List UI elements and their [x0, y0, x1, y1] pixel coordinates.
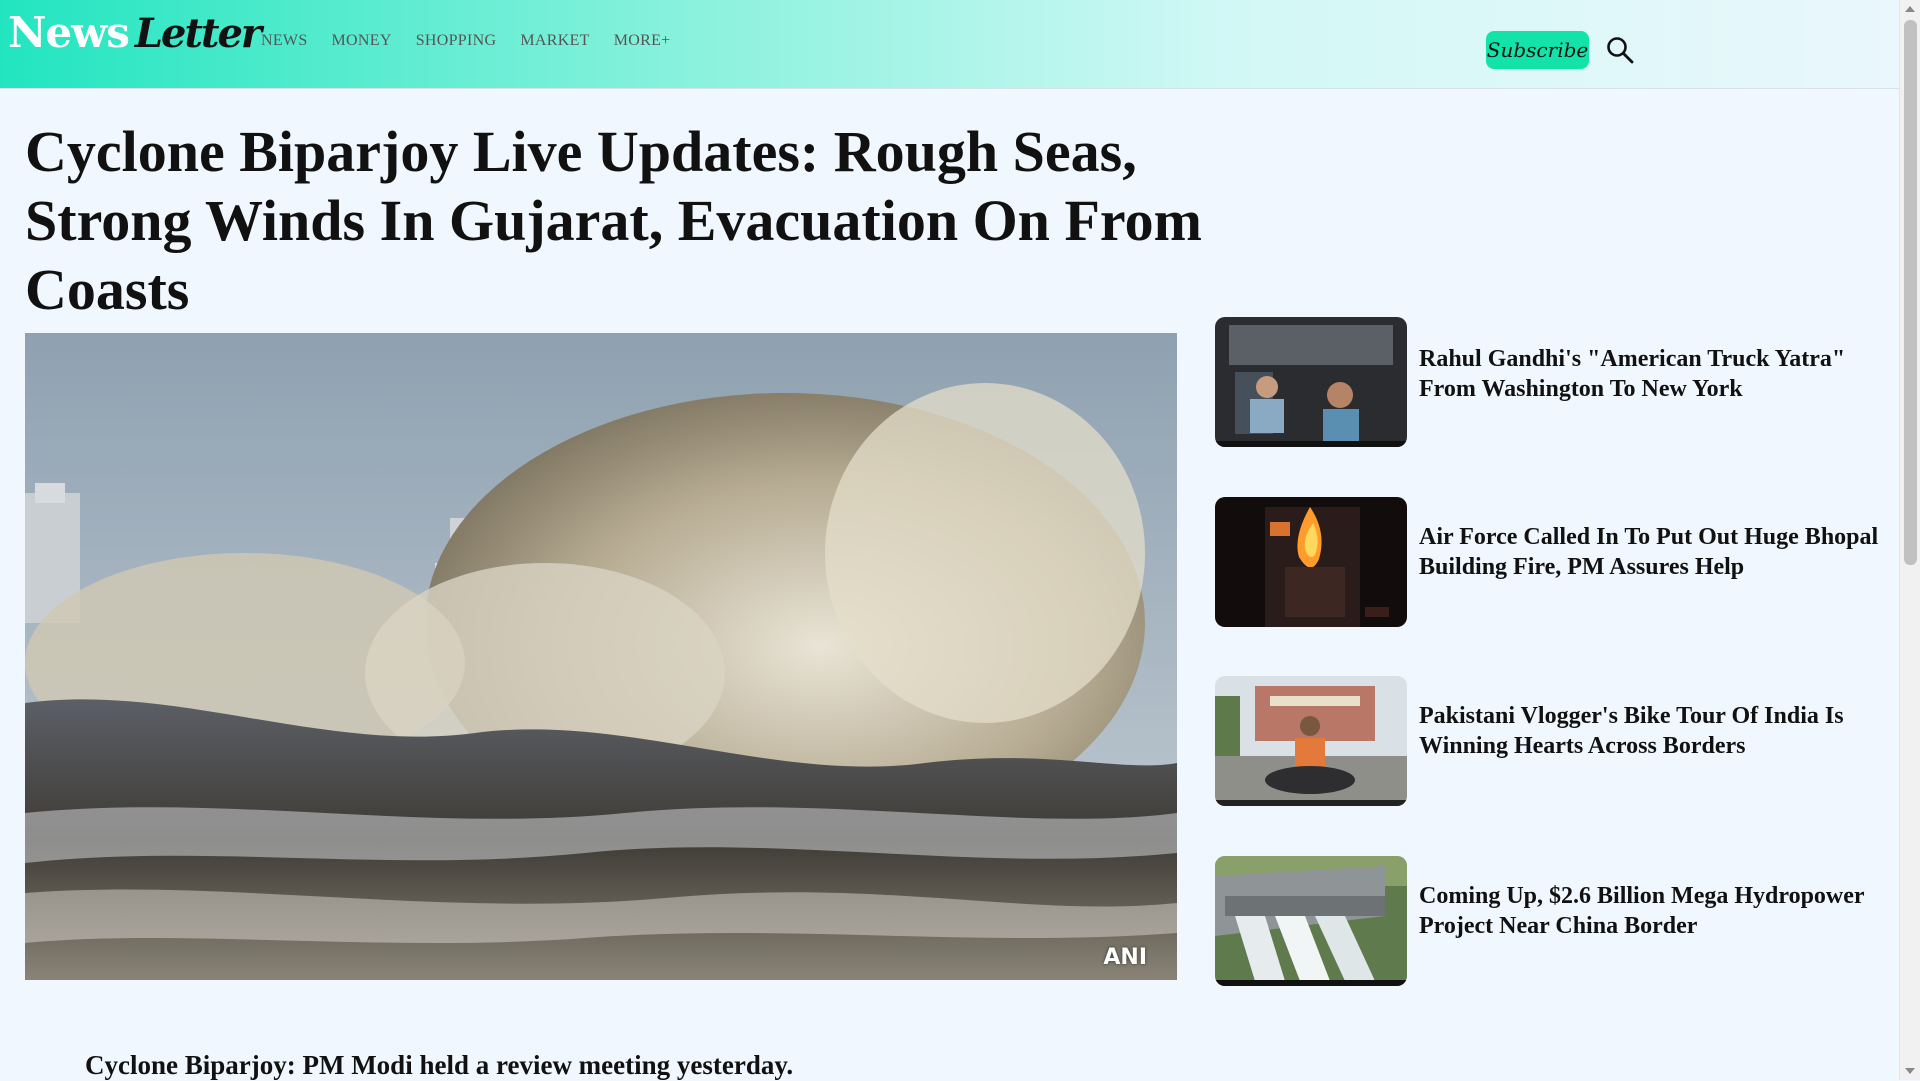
nav-item-more[interactable]: MORE+	[614, 32, 671, 50]
story-thumbnail[interactable]	[1215, 856, 1407, 986]
story-title[interactable]: Pakistani Vlogger's Bike Tour Of India I…	[1419, 701, 1889, 761]
related-story[interactable]: Coming Up, $2.6 Billion Mega Hydropower …	[1215, 856, 1885, 986]
scroll-down-arrow-icon[interactable]	[1905, 1068, 1915, 1074]
site-logo[interactable]: News Letter	[8, 8, 262, 68]
story-title[interactable]: Coming Up, $2.6 Billion Mega Hydropower …	[1419, 881, 1889, 941]
site-header: News Letter NEWS MONEY SHOPPING MARKET M…	[0, 0, 1899, 89]
story-title[interactable]: Air Force Called In To Put Out Huge Bhop…	[1419, 522, 1889, 582]
logo-news-text: News	[8, 8, 130, 57]
scroll-up-arrow-icon[interactable]	[1905, 6, 1915, 12]
story-thumbnail[interactable]	[1215, 676, 1407, 806]
related-story[interactable]: Pakistani Vlogger's Bike Tour Of India I…	[1215, 676, 1885, 806]
logo-letter-text: Letter	[134, 10, 262, 57]
story-thumbnail[interactable]	[1215, 497, 1407, 627]
article-headline: Cyclone Biparjoy Live Updates: Rough Sea…	[25, 119, 1202, 322]
hero-image-art	[25, 333, 1177, 980]
nav-item-market[interactable]: MARKET	[520, 32, 589, 50]
subscribe-button[interactable]: Subscribe	[1486, 31, 1589, 69]
story-thumbnail[interactable]	[1215, 317, 1407, 447]
scrollbar-thumb[interactable]	[1904, 20, 1917, 565]
nav-item-shopping[interactable]: SHOPPING	[416, 32, 497, 50]
related-story[interactable]: Air Force Called In To Put Out Huge Bhop…	[1215, 497, 1885, 627]
nav-item-money[interactable]: MONEY	[332, 32, 392, 50]
hero-image: ANI	[25, 333, 1177, 980]
article-caption: Cyclone Biparjoy: PM Modi held a review …	[85, 1050, 794, 1080]
nav-item-news[interactable]: NEWS	[261, 32, 308, 50]
image-credit: ANI	[1103, 945, 1147, 970]
story-title[interactable]: Rahul Gandhi's "American Truck Yatra" Fr…	[1419, 344, 1889, 404]
search-icon[interactable]	[1606, 36, 1634, 64]
main-nav: NEWS MONEY SHOPPING MARKET MORE+	[261, 32, 670, 50]
page-scrollbar[interactable]	[1899, 0, 1920, 1080]
related-story[interactable]: Rahul Gandhi's "American Truck Yatra" Fr…	[1215, 317, 1885, 447]
